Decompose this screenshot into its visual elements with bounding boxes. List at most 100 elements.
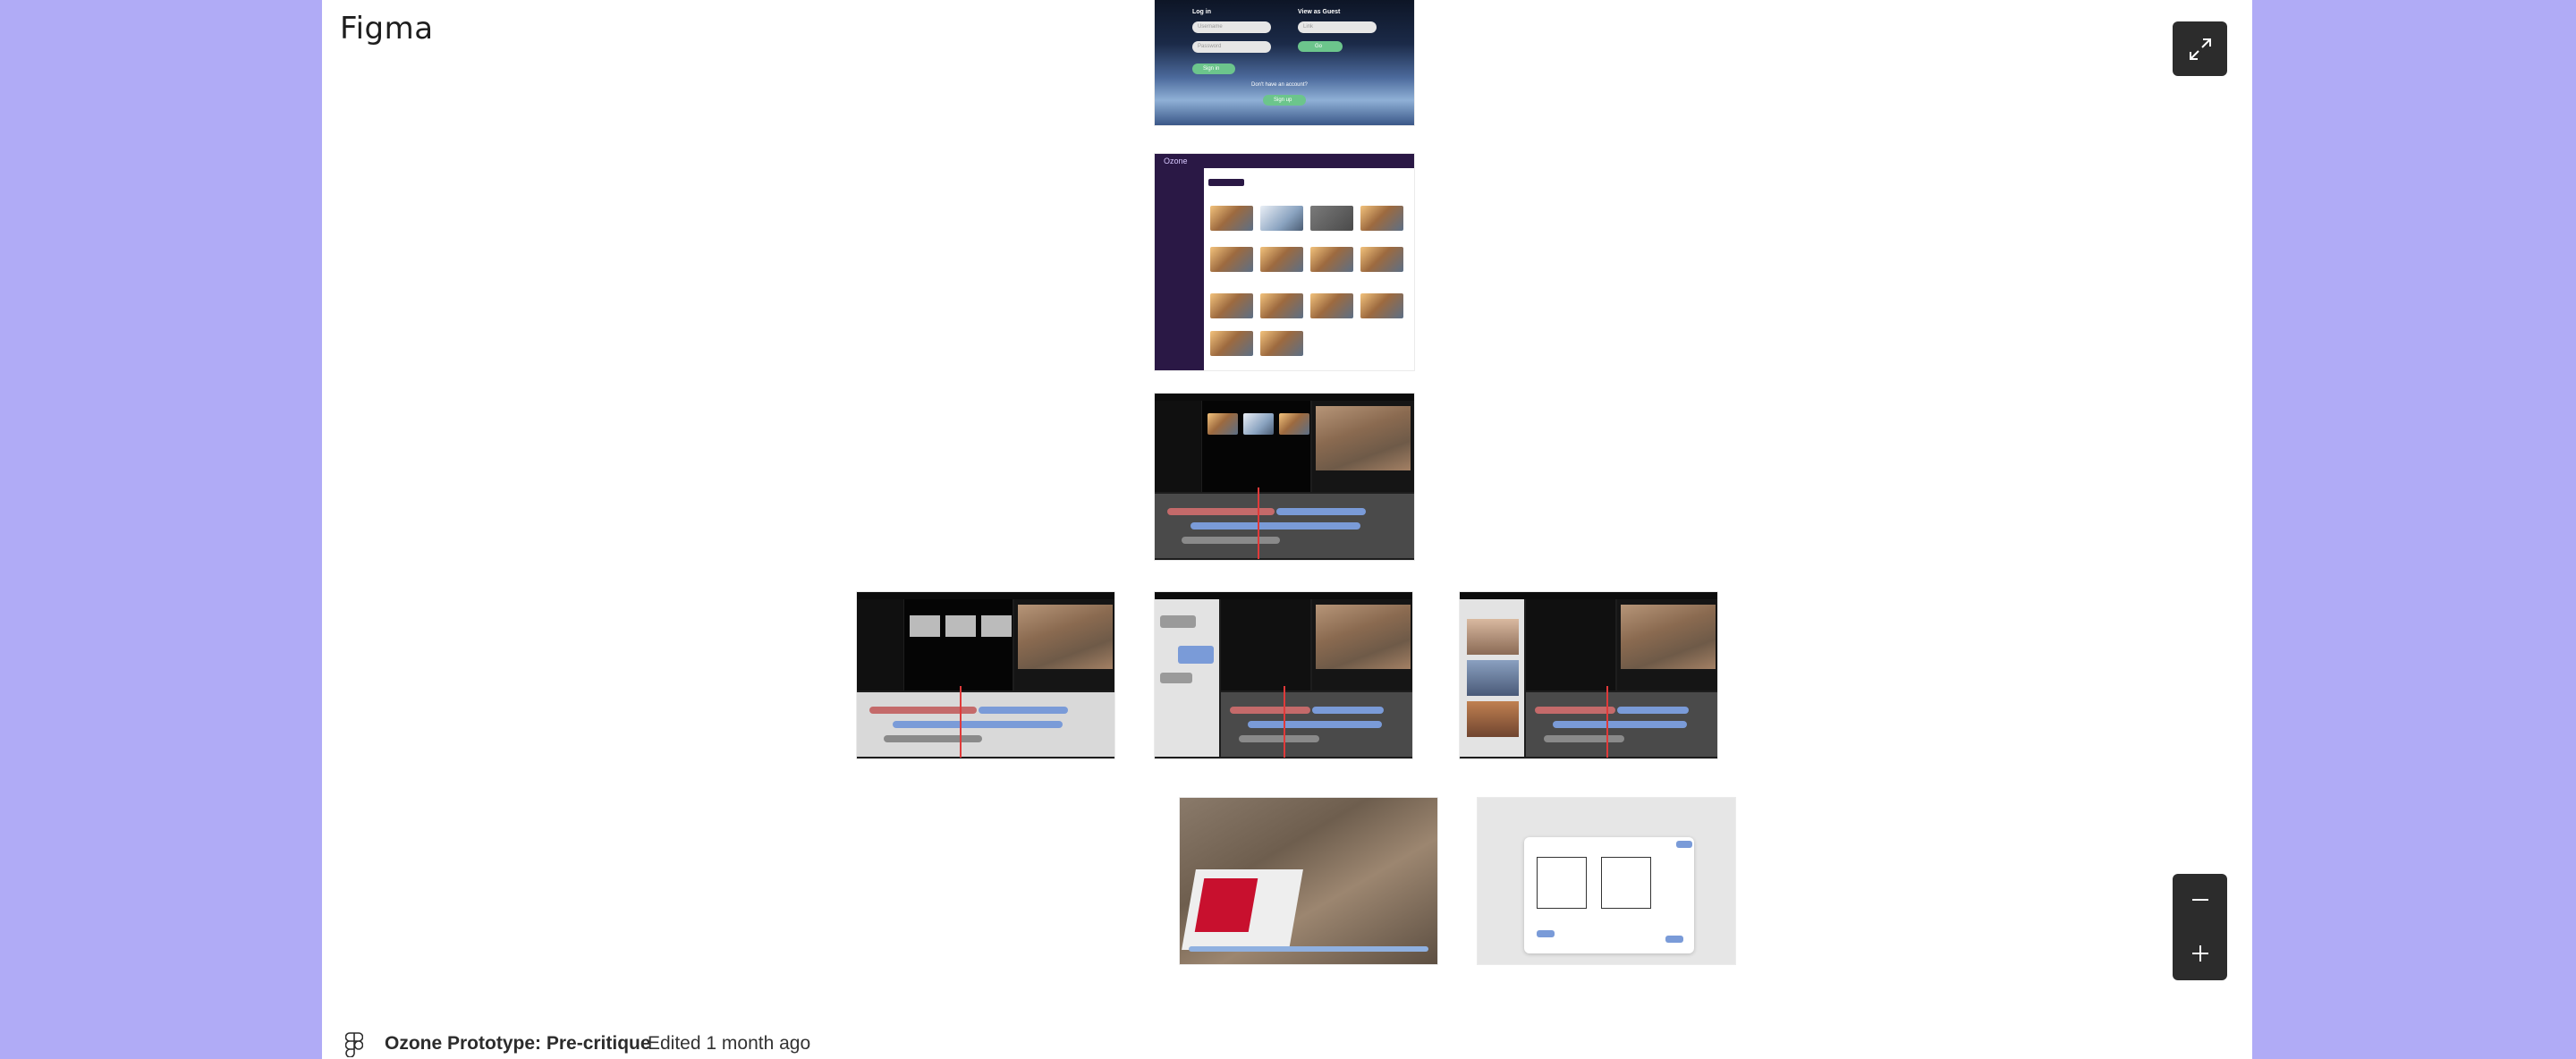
login-heading: Log in [1192,9,1211,15]
gallery-thumb [1310,206,1353,231]
chat-bubble [1178,646,1214,664]
figma-logo-icon [345,1032,363,1057]
current-locks-list [1601,857,1651,909]
video-progress-bar [1189,946,1428,952]
gallery-thumb [1210,293,1253,318]
audio-waveform-thumb [981,615,1012,637]
chat-panel [1155,599,1219,757]
editor-preview [1018,605,1113,669]
timeline-playhead [1284,686,1285,758]
gallery-thumb [1360,293,1403,318]
timeline-track [884,735,982,742]
editor-toolbar [1155,394,1414,401]
timeline-track [1312,707,1384,714]
timeline-track [1617,707,1689,714]
editor-timeline [1526,692,1717,757]
file-name[interactable]: Ozone Prototype: Pre-critique [385,1033,651,1055]
app-title: Figma [340,11,434,47]
lock-dialog-button [1676,841,1692,848]
editor-timeline [1221,692,1412,757]
gallery-thumb [1210,247,1253,272]
frame-login[interactable]: Log in Username Password Sign in View as… [1155,0,1414,125]
lock-dialog-button [1537,930,1555,937]
editor-timeline [857,692,1114,757]
timeline-track [1239,735,1319,742]
username-field: Username [1192,21,1271,33]
timeline-track [979,707,1068,714]
editor-media-bin [904,599,1013,690]
sign-in-button: Sign in [1192,64,1235,74]
timeline-playhead [1606,686,1608,758]
timeline-track [1276,508,1366,515]
frame-editor-video-call[interactable] [1460,592,1717,758]
timeline-track [1230,707,1310,714]
timeline-playhead [960,686,962,758]
editor-file-panel [857,599,903,690]
gallery-thumb [1360,247,1403,272]
audio-waveform-thumb [945,615,976,637]
editor-media-bin [1221,599,1310,690]
zoom-controls [2173,874,2227,980]
gallery-header: Ozone [1155,154,1414,168]
gallery-thumb [1260,206,1303,231]
minus-icon [2191,899,2208,901]
timeline-track [1553,721,1687,728]
gallery-thumb [1310,293,1353,318]
frame-gallery[interactable]: Ozone [1155,154,1414,370]
editor-timeline [1155,494,1414,558]
timeline-track [1544,735,1624,742]
media-thumb [1279,413,1309,435]
sign-up-button: Sign up [1263,95,1306,106]
frame-editor-chat[interactable] [1155,592,1412,758]
media-thumb [1243,413,1274,435]
editor-media-bin [1526,599,1615,690]
frame-editor-main[interactable] [1155,394,1414,560]
gallery-thumb [1210,331,1253,356]
timeline-track [1248,721,1382,728]
password-field: Password [1192,41,1271,53]
plus-icon [2191,945,2208,962]
zoom-out-button[interactable] [2173,874,2227,926]
participant-video [1467,701,1519,737]
frame-editor-audio[interactable] [857,592,1114,758]
timeline-playhead [1258,487,1259,559]
gallery-thumb [1310,247,1353,272]
editor-preview [1316,406,1411,470]
gallery-tab [1208,179,1244,186]
lock-request-list [1537,857,1587,909]
editor-toolbar [1155,592,1412,599]
editor-media-bin [1202,401,1310,492]
figma-embed: Figma Log in Username Password Sign in V… [322,0,2252,1059]
participant-video [1467,660,1519,696]
media-thumb [1208,413,1238,435]
gallery-thumb [1210,206,1253,231]
go-button: Go [1298,41,1343,52]
gallery-thumb [1360,206,1403,231]
editor-preview [1316,605,1411,669]
editor-toolbar [1460,592,1717,599]
link-field: Link [1298,21,1377,33]
frame-lock-request[interactable] [1478,798,1735,964]
timeline-track [893,721,1063,728]
video-call-panel [1460,599,1524,757]
zoom-in-button[interactable] [2173,928,2227,979]
gallery-brand: Ozone [1164,157,1188,165]
timeline-track [1191,522,1360,530]
timeline-track [1535,707,1615,714]
balloon-logo [1194,878,1258,932]
lock-dialog-button [1665,936,1683,943]
gallery-sidebar [1155,168,1204,370]
editor-preview [1621,605,1716,669]
editor-toolbar [857,592,1114,599]
frame-fullscreen-video[interactable] [1180,798,1437,964]
no-account-text: Don't have an account? [1251,82,1308,88]
lock-dialog [1524,837,1694,953]
audio-waveform-thumb [910,615,940,637]
edited-timestamp: Edited 1 month ago [648,1033,811,1054]
gallery-thumb [1260,331,1303,356]
gallery-thumb [1260,247,1303,272]
guest-heading: View as Guest [1298,9,1341,15]
chat-bubble [1160,615,1196,628]
timeline-track [1182,537,1280,544]
expand-button[interactable] [2173,21,2227,76]
